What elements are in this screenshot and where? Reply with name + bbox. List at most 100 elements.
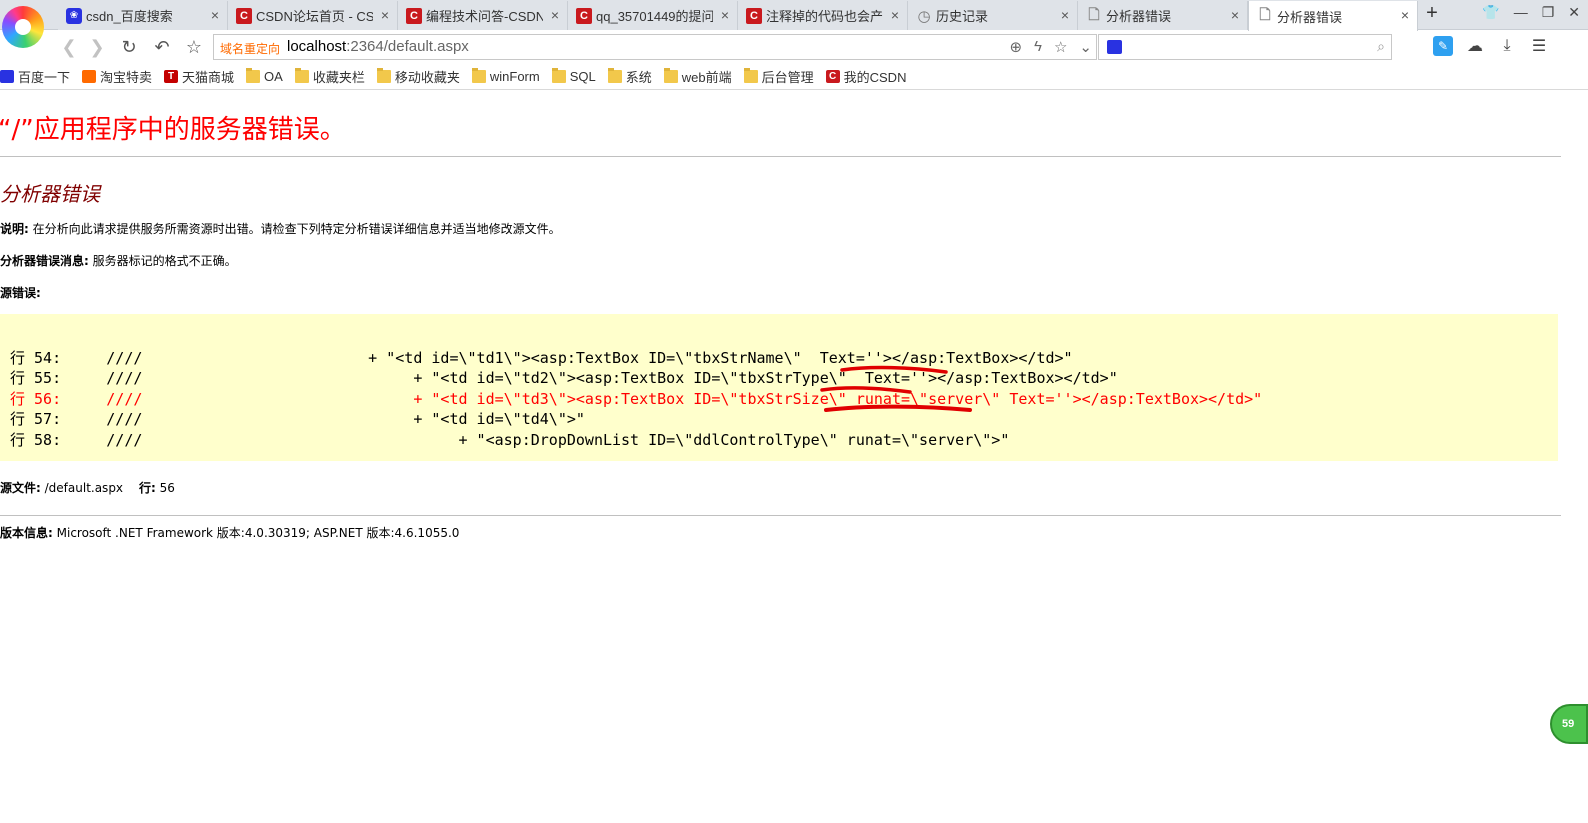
tab-csdn-question[interactable]: C qq_35701449的提问- × <box>568 1 738 30</box>
tab-title: 历史记录 <box>936 9 989 24</box>
version-text: Microsoft .NET Framework 版本:4.0.30319; A… <box>52 526 460 540</box>
bookmark-folder-favorites[interactable]: 收藏夹栏 <box>294 67 365 86</box>
bookmark-folder-admin[interactable]: 后台管理 <box>743 67 814 86</box>
menu-icon[interactable]: ☰ <box>1529 36 1549 56</box>
tab-baidu-search[interactable]: ❀ csdn_百度搜索 × <box>58 1 228 30</box>
csdn-icon: C <box>406 7 422 24</box>
version-label: 版本信息: <box>0 526 53 540</box>
close-icon[interactable]: × <box>891 7 899 23</box>
favorite-star-icon[interactable]: ☆ <box>183 36 205 58</box>
minimize-icon[interactable]: — <box>1514 4 1528 21</box>
bookmark-folder-system[interactable]: 系统 <box>607 67 652 86</box>
source-code-box: 行 54: //// + "<td id=\"td1\"><asp:TextBo… <box>0 314 1558 461</box>
download-icon[interactable]: ⤓ <box>1497 36 1517 56</box>
folder-icon <box>376 67 391 83</box>
baidu-paw-icon: ❀ <box>66 7 82 24</box>
tab-title: CSDN论坛首页 - CSD <box>256 9 373 24</box>
search-engine-icon[interactable] <box>1107 40 1122 54</box>
bookmarks-bar: 百度一下 淘宝特卖 T 天猫商城 OA 收藏夹栏 移动收藏夹 winForm SQ… <box>0 63 1588 90</box>
code-line-error: 行 56: //// + "<td id=\"td3\"><asp:TextBo… <box>10 390 1263 408</box>
close-icon[interactable]: × <box>1231 7 1239 23</box>
notes-icon[interactable]: ✎ <box>1433 36 1453 56</box>
redirect-label: 域名重定向 <box>220 42 281 56</box>
folder-icon <box>551 67 566 83</box>
tab-parser-error-active[interactable]: 🗋 分析器错误 × <box>1248 1 1418 31</box>
new-tab-button[interactable]: + <box>1420 2 1444 25</box>
divider <box>0 156 1561 157</box>
code-line: 行 54: //// + "<td id=\"td1\"><asp:TextBo… <box>10 349 1073 367</box>
tab-history[interactable]: ◷ 历史记录 × <box>908 1 1078 30</box>
csdn-icon: C <box>746 7 762 24</box>
close-icon[interactable]: × <box>721 7 729 23</box>
tab-title: csdn_百度搜索 <box>86 9 173 24</box>
bookmark-taobao[interactable]: 淘宝特卖 <box>82 67 152 86</box>
source-error-line: 源错误: <box>0 284 41 301</box>
line-value: 56 <box>155 481 175 495</box>
bookmark-baidu[interactable]: 百度一下 <box>0 67 70 86</box>
close-icon[interactable]: × <box>381 7 389 23</box>
bookmark-label: 系统 <box>625 69 652 85</box>
bookmark-label: 淘宝特卖 <box>100 69 153 85</box>
search-box[interactable]: ⌕ <box>1098 34 1392 60</box>
tab-title: 编程技术问答-CSDN问 <box>426 9 543 24</box>
lightning-icon[interactable]: ϟ <box>1034 38 1042 56</box>
browser-logo-icon[interactable] <box>2 6 44 48</box>
url-text[interactable]: localhost:2364/default.aspx <box>287 38 469 55</box>
bookmark-label: OA <box>264 68 283 84</box>
forward-icon[interactable]: ❯ <box>86 36 108 58</box>
source-file-value: /default.aspx <box>40 481 124 495</box>
tab-csdn-qa[interactable]: C 编程技术问答-CSDN问 × <box>398 1 568 30</box>
version-line: 版本信息: Microsoft .NET Framework 版本:4.0.30… <box>0 524 459 541</box>
tab-parser-error[interactable]: 🗋 分析器错误 × <box>1078 1 1248 30</box>
folder-icon <box>743 67 758 83</box>
search-icon[interactable]: ⌕ <box>1377 38 1385 55</box>
tab-csdn-comment[interactable]: C 注释掉的代码也会产生 × <box>738 1 908 30</box>
bookmark-folder-oa[interactable]: OA <box>246 67 283 84</box>
divider <box>0 515 1561 516</box>
floating-speed-badge[interactable]: 59 <box>1550 704 1588 744</box>
apps-grid-icon[interactable] <box>1404 38 1421 55</box>
description-label: 说明: <box>0 222 29 236</box>
close-icon[interactable]: × <box>211 7 219 23</box>
skin-icon[interactable]: 👕 <box>1482 4 1499 21</box>
tab-list: ❀ csdn_百度搜索 × C CSDN论坛首页 - CSD × C 编程技术问… <box>58 1 1418 31</box>
bookmark-folder-winform[interactable]: winForm <box>471 67 540 84</box>
bookmark-label: winForm <box>489 68 540 84</box>
bookmark-folder-sql[interactable]: SQL <box>551 67 596 84</box>
folder-icon <box>294 67 309 83</box>
tab-csdn-forum[interactable]: C CSDN论坛首页 - CSD × <box>228 1 398 30</box>
close-icon[interactable]: × <box>1061 7 1069 23</box>
close-icon[interactable]: × <box>1401 7 1409 23</box>
folder-icon <box>471 67 486 83</box>
cloud-icon[interactable]: ☁ <box>1465 36 1485 56</box>
address-bar[interactable]: 域名重定向 localhost:2364/default.aspx ⊕ ϟ ☆ … <box>213 34 1097 60</box>
tmall-icon: T <box>164 69 179 83</box>
bookmark-tmall[interactable]: T 天猫商城 <box>164 67 234 86</box>
back-icon[interactable]: ❮ <box>58 36 80 58</box>
bookmark-label: web前端 <box>681 69 732 85</box>
line-label: 行: <box>139 481 156 495</box>
dropdown-icon[interactable]: ⌄ <box>1079 38 1092 56</box>
description-text: 在分析向此请求提供服务所需资源时出错。请检查下列特定分析错误详细信息并适当地修改… <box>28 222 561 236</box>
tab-title: 注释掉的代码也会产生 <box>766 9 883 24</box>
bookmark-star-icon[interactable]: ☆ <box>1054 38 1067 56</box>
csdn-icon: C <box>825 69 840 83</box>
zoom-icon[interactable]: ⊕ <box>1009 38 1022 56</box>
page-icon: 🗋 <box>1088 5 1100 22</box>
bookmark-my-csdn[interactable]: C 我的CSDN <box>825 67 906 86</box>
bookmark-label: 百度一下 <box>18 69 71 85</box>
code-line: 行 58: //// + "<asp:DropDownList ID=\"ddl… <box>10 431 1010 449</box>
close-icon[interactable]: × <box>551 7 559 23</box>
tab-title: 分析器错误 <box>1277 9 1343 25</box>
bookmark-folder-mobile[interactable]: 移动收藏夹 <box>376 67 460 86</box>
reload-icon[interactable]: ↻ <box>118 36 140 58</box>
url-path: :2364/default.aspx <box>346 38 469 55</box>
source-file-line: 源文件: /default.aspx 行: 56 <box>0 479 175 496</box>
undo-close-icon[interactable]: ↶ <box>151 36 173 58</box>
bookmark-folder-web[interactable]: web前端 <box>663 67 732 86</box>
folder-icon <box>246 67 261 83</box>
window-controls: 👕 — ❐ ✕ <box>1482 4 1580 21</box>
source-file-label: 源文件: <box>0 481 41 495</box>
window-close-icon[interactable]: ✕ <box>1568 4 1580 21</box>
restore-icon[interactable]: ❐ <box>1542 4 1555 21</box>
